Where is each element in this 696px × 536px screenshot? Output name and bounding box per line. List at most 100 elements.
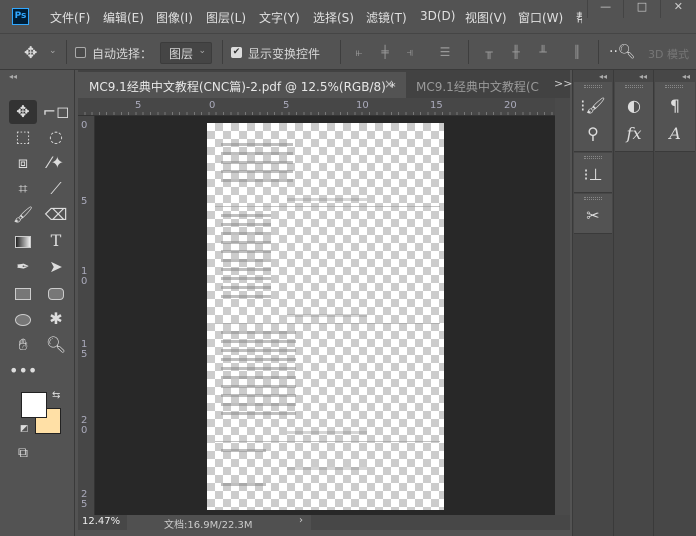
path-selection-tool-icon[interactable]: ➤ (42, 255, 70, 279)
swap-colors-icon[interactable]: ⇆ (52, 390, 60, 401)
ruler-label: 0 (209, 100, 216, 111)
menu-type[interactable]: 文字(Y) (259, 9, 300, 26)
rounded-rectangle-tool-icon[interactable] (42, 281, 70, 305)
status-menu-arrow[interactable]: › (299, 515, 303, 526)
magic-wand-tool-icon[interactable]: ⁄✦ (42, 151, 70, 175)
move-tool-icon[interactable]: ✥ (9, 100, 37, 124)
screen-mode-icon[interactable]: ⧉ (9, 441, 37, 465)
minimize-button[interactable]: — (587, 0, 623, 18)
divider (468, 40, 469, 64)
align-vcenter-icon[interactable]: ╫ (509, 45, 523, 59)
menu-edit[interactable]: 编辑(E) (103, 9, 144, 26)
ruler-label: 20 (504, 100, 517, 111)
rectangle-tool-icon[interactable] (9, 281, 37, 305)
align-top-icon[interactable]: ╥ (482, 45, 496, 59)
tab-label: MC9.1经典中文教程(CNC篇)-1.pdf (416, 80, 540, 94)
move-tool-icon[interactable]: ✥ (24, 43, 37, 62)
eraser-tool-icon[interactable]: ⌫ (42, 203, 70, 227)
adjustments-icon[interactable]: ◐ (615, 96, 653, 115)
gradient-tool-icon[interactable] (9, 229, 37, 253)
auto-select-checkbox[interactable] (75, 47, 86, 58)
search-icon[interactable]: ··🔍︎ (609, 44, 636, 60)
tab-label: MC9.1经典中文教程(CNC篇)-2.pdf @ 12.5%(RGB/8) * (89, 80, 396, 94)
divider (340, 40, 341, 64)
menu-window[interactable]: 窗口(W) (518, 9, 563, 26)
brush-presets-icon[interactable]: ⚲ (574, 124, 612, 143)
paragraph-icon[interactable]: ¶ (655, 96, 695, 115)
artboard-tool-icon[interactable]: ⌐◻ (42, 100, 70, 124)
tool-presets-icon[interactable]: ✂ (574, 206, 612, 225)
align-bottom-icon[interactable]: ╨ (536, 45, 550, 59)
dropdown-value: 图层 (169, 47, 194, 61)
character-icon[interactable]: A (655, 124, 695, 143)
marquee-tool-icon[interactable]: ⬚ (9, 125, 37, 149)
hand-tool-icon[interactable]: ✋︎ (9, 333, 37, 357)
menu-layer[interactable]: 图层(L) (206, 9, 246, 26)
distribute-icon[interactable]: ☰ (438, 45, 452, 59)
menu-bar: Ps 文件(F) 编辑(E) 图像(I) 图层(L) 文字(Y) 选择(S) 滤… (0, 0, 696, 33)
clone-source-icon[interactable]: ⁝⊥ (574, 165, 612, 184)
status-bar: 12.47% 文档:16.9M/22.3M › (78, 515, 570, 531)
crop-tool-icon[interactable]: ⌗ (9, 177, 37, 201)
auto-select-target-dropdown[interactable]: 图层 ⌄ (160, 42, 212, 64)
menu-view[interactable]: 视图(V) (465, 9, 507, 26)
panel-column-2: ◂◂ ◐ fx (613, 70, 653, 536)
chevron-down-icon[interactable]: ⌄ (49, 46, 57, 56)
close-button[interactable]: ✕ (659, 0, 696, 18)
type-tool-icon[interactable]: T (42, 229, 70, 253)
more-tools-icon[interactable]: ••• (9, 359, 37, 383)
photoshop-logo[interactable]: Ps (12, 8, 29, 25)
tab-close-icon[interactable]: × (384, 77, 394, 91)
pen-tool-icon[interactable]: ✒︎ (9, 255, 37, 279)
foreground-color-swatch[interactable] (21, 392, 47, 418)
panel-group: ⁝🖌︎ ⚲ (574, 82, 612, 152)
ruler-horizontal: 5 0 5 10 15 20 (78, 98, 555, 116)
document-size: 文档:16.9M/22.3M (164, 520, 253, 531)
default-colors-icon[interactable]: ◩ (20, 424, 29, 434)
ruler-label: 15 (81, 339, 88, 360)
brush-tool-icon[interactable]: 🖌︎ (9, 203, 37, 227)
divider (66, 40, 67, 64)
panel-column-1: ◂◂ ⁝🖌︎ ⚲ ⁝⊥ ✂ (572, 70, 613, 536)
zoom-tool-icon[interactable]: 🔍︎ (42, 333, 70, 357)
custom-shape-tool-icon[interactable]: ✱ (42, 307, 70, 331)
collapse-icon[interactable]: ◂◂ (639, 72, 647, 81)
ruler-label: 15 (430, 100, 443, 111)
menu-image[interactable]: 图像(I) (156, 9, 193, 26)
menu-3d[interactable]: 3D(D) (420, 9, 455, 23)
zoom-level[interactable]: 12.47% (82, 516, 120, 527)
vertical-scrollbar[interactable] (555, 98, 570, 515)
tab-overflow-button[interactable]: >> (554, 77, 572, 90)
align-left-icon[interactable]: ⫦ (352, 45, 366, 59)
collapse-icon[interactable]: ◂◂ (682, 72, 690, 81)
show-transform-checkbox[interactable]: ✔ (231, 47, 242, 58)
ellipse-tool-icon[interactable] (9, 307, 37, 331)
panel-group: ⁝⊥ (574, 153, 612, 193)
brush-settings-icon[interactable]: ⁝🖌︎ (574, 96, 612, 115)
ruler-label: 10 (356, 100, 369, 111)
ruler-label: 10 (81, 266, 88, 287)
3d-mode-label[interactable]: 3D 模式 (648, 46, 689, 62)
menu-file[interactable]: 文件(F) (50, 9, 90, 26)
document-tab-active[interactable]: MC9.1经典中文教程(CNC篇)-2.pdf @ 12.5%(RGB/8) *… (78, 72, 406, 98)
align-hcenter-icon[interactable]: ╪ (378, 45, 392, 59)
ruler-label: 20 (81, 415, 88, 436)
collapse-icon[interactable]: ◂◂ (9, 72, 17, 81)
align-right-icon[interactable]: ⫣ (403, 45, 417, 59)
eyedropper-tool-icon[interactable]: ⟋ (42, 177, 70, 201)
lasso-tool-icon[interactable]: ◌ (42, 125, 70, 149)
chevron-down-icon: ⌄ (198, 46, 206, 56)
styles-fx-icon[interactable]: fx (615, 124, 653, 143)
document-tab[interactable]: MC9.1经典中文教程(CNC篇)-1.pdf (406, 72, 540, 98)
ruler-label: 25 (81, 489, 88, 510)
menu-help[interactable]: 帮 (576, 9, 582, 26)
document-page[interactable] (207, 123, 444, 510)
menu-filter[interactable]: 滤镜(T) (366, 9, 407, 26)
maximize-button[interactable]: □ (623, 0, 659, 18)
menu-select[interactable]: 选择(S) (313, 9, 354, 26)
object-select-tool-icon[interactable]: ⧈ (9, 151, 37, 175)
panel-group: ¶ A (655, 82, 695, 152)
ruler-vertical: 0 5 10 15 20 25 (78, 116, 95, 515)
distribute-vertical-icon[interactable]: ║ (570, 45, 584, 59)
collapse-icon[interactable]: ◂◂ (599, 72, 607, 81)
